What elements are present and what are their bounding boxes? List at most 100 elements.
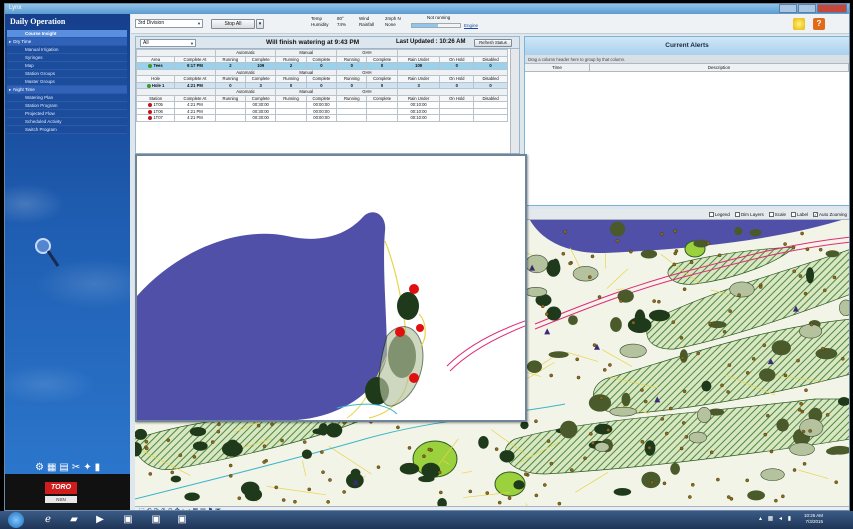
sprinkler-head [597,295,602,299]
sidebar-item-night-time[interactable]: Night Time [7,86,127,94]
sprinkler-head [688,495,692,499]
nsn-badge[interactable]: NSN [45,496,77,503]
sprinkler-head [751,356,756,361]
status-scrollbar[interactable] [510,49,519,153]
app-window-icon[interactable]: ▣ [118,513,138,527]
stop-all-button[interactable]: Stop All [211,19,255,29]
sidebar-nav: Course InsightDry TimeManual IrrigationS… [7,30,127,134]
media-player-icon[interactable]: ▶ [90,513,110,527]
tree-cluster [227,439,238,448]
rainfall-label: Rainfall [359,22,375,27]
station-row[interactable]: 1T07 4:21 PM 00:30:00 00:00:00 00:10:00 [136,114,508,122]
system-clock[interactable]: 10:26 AM 7/3/2015 [804,513,823,525]
checkbox[interactable] [768,211,774,217]
sidebar-item-switch-program[interactable]: Switch Program [7,126,127,134]
sidebar-item-manual-irrigation[interactable]: Manual Irrigation [7,46,127,54]
sprinkler-head [798,274,803,278]
phone-icon[interactable]: ▮ [95,462,101,473]
map-option-dim-layers[interactable]: Dim Layers [734,211,764,217]
tree-cluster [613,487,632,496]
sidebar-item-watering-plan[interactable]: Watering Plan [7,94,127,102]
sprinkler-head [726,390,730,394]
tree-cluster [189,426,207,437]
sprinkler-head [716,477,720,482]
tree-cluster [548,351,569,359]
close-button[interactable] [817,4,847,13]
sidebar-item-syringes[interactable]: Syringes [7,54,127,62]
folder-icon[interactable]: ▰ [64,513,84,527]
sprinkler-head [796,358,800,363]
sprinkler-head [376,465,381,469]
map-option-legend[interactable]: Legend [708,211,730,217]
bunker-shape [594,442,610,452]
sun-icon[interactable] [793,18,805,30]
sidebar-item-station-groups[interactable]: Station Groups [7,70,127,78]
title-bar: Lynx [5,4,849,14]
sprinkler-head [722,330,727,334]
grid-icon[interactable]: ▦ [47,462,56,473]
bunker-shape [799,418,824,437]
table-cell: 1T07 [136,114,176,122]
sprinkler-head [270,422,274,427]
sprinkler-head [769,449,774,454]
checkbox[interactable] [790,211,796,217]
chevron-down-icon: ▼ [197,21,201,26]
app-window-icon-2[interactable]: ▣ [146,513,166,527]
tree-cluster [621,392,631,407]
zoom-inset-map[interactable] [137,156,525,420]
map-option-auto-zooming[interactable]: ✓ Auto Zooming [812,211,847,217]
checkbox[interactable] [734,211,740,217]
table-cell [275,114,307,122]
tree-cluster [759,368,776,382]
bunker-shape [572,266,599,282]
minimize-button[interactable] [779,4,797,13]
sprinkler-head [631,320,636,325]
alerts-column-description[interactable]: Description [590,64,849,71]
sprinkler-head [575,357,579,362]
sprinkler-head [437,470,442,475]
tree-cluster [240,481,260,496]
sidebar-item-station-program[interactable]: Station Program [7,102,127,110]
sidebar-item-projected-flow[interactable]: Projected Flow [7,110,127,118]
tree-cluster [301,449,312,460]
sprinkler-head [588,275,592,279]
zoom-inset-window[interactable] [135,154,527,422]
stop-all-dropdown-button[interactable]: ▾ [256,19,264,29]
gear-icon[interactable]: ⚙ [35,462,44,473]
status-header: All ▼ Will finish watering at 9:43 PM La… [136,37,519,49]
sidebar-item-course-insight[interactable]: Course Insight [7,30,127,38]
start-button[interactable] [8,512,24,528]
refresh-status-button[interactable]: Refresh Status [474,39,512,47]
sprinkler-head [689,260,694,265]
table-cell [366,114,398,122]
document-icon[interactable]: ▤ [59,462,68,473]
sprinkler-head [737,293,741,297]
system-tray-icons[interactable]: ▴ ▦ ◂ ▮ [759,515,793,522]
help-icon[interactable]: ? [813,18,825,30]
run-link[interactable]: Engine [464,23,478,29]
sidebar-item-map[interactable]: Map [7,62,127,70]
alerts-column-time[interactable]: Time [525,64,590,71]
maximize-button[interactable] [798,4,816,13]
sidebar-item-scheduled-activity[interactable]: Scheduled Activity [7,118,127,126]
ie-icon[interactable]: ℯ [38,513,58,527]
sprinkler-head [690,482,695,487]
sprinkler-head [170,470,175,475]
filter-select[interactable]: All ▼ [140,39,196,47]
checkbox[interactable]: ✓ [812,211,818,217]
sprinkler-dot-icon [148,109,153,114]
sprinkler-head [682,389,687,394]
sidebar-item-dry-time[interactable]: Dry Time [7,38,127,46]
checkbox[interactable] [708,211,714,217]
sidebar-item-master-groups[interactable]: Master Groups [7,78,127,86]
sprinkler-head [745,371,750,375]
map-option-label[interactable]: Label [790,211,808,217]
map-option-scale[interactable]: Scale [768,211,786,217]
sprinkler-head [766,413,770,418]
sprinkler-head [640,388,644,392]
division-select[interactable]: 3rd Division ▼ [135,19,203,28]
bunker-shape [697,406,712,423]
app-window-icon-3[interactable]: ▣ [172,513,192,527]
star-icon[interactable]: ✦ [83,462,91,473]
tools-icon[interactable]: ✂ [72,462,80,473]
